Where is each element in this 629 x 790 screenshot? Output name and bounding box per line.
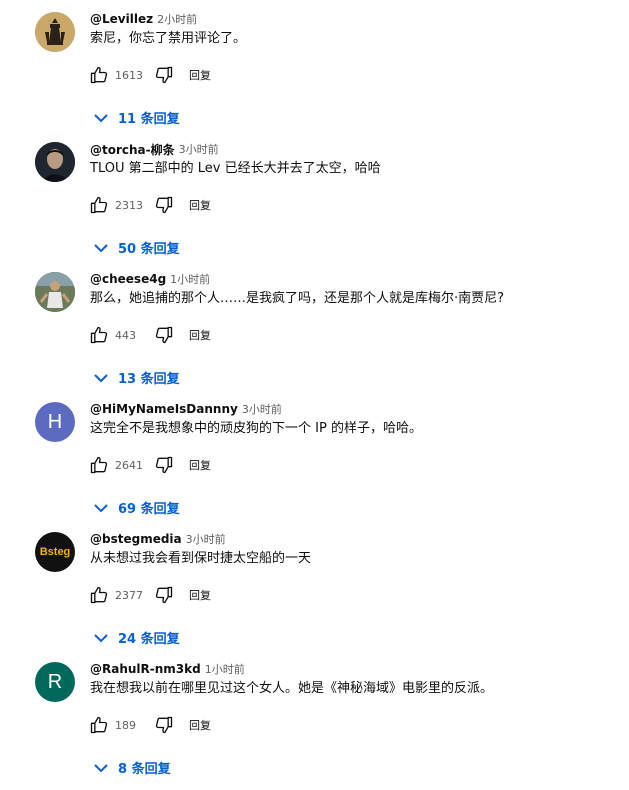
thumbs-down-icon[interactable] [153, 454, 175, 476]
view-replies-button[interactable]: 24 条回复 [94, 624, 180, 650]
view-replies-button[interactable]: 13 条回复 [94, 364, 180, 390]
comment-thread: H @HiMyNameIsDannny 3小时前 这完全不是我想象中的顽皮狗的下… [0, 400, 629, 530]
timestamp[interactable]: 3小时前 [242, 401, 282, 417]
thumbs-down-icon[interactable] [153, 584, 175, 606]
comment-actions: 2377 回复 [88, 583, 211, 607]
view-replies-button[interactable]: 69 条回复 [94, 494, 180, 520]
comment-header: @HiMyNameIsDannny 3小时前 [90, 400, 282, 418]
comment-text: 索尼，你忘了禁用评论了。 [90, 31, 247, 46]
avatar-letter: Bsteg [39, 546, 71, 558]
like-count: 2641 [115, 458, 143, 472]
avatar-letter: R [47, 670, 63, 693]
comment-header: @bstegmedia 3小时前 [90, 530, 226, 548]
avatar[interactable]: H [35, 402, 75, 442]
like-count: 2377 [115, 588, 143, 602]
comment-header: @RahulR-nm3kd 1小时前 [90, 660, 245, 678]
view-replies-button[interactable]: 50 条回复 [94, 234, 180, 260]
thumbs-down-icon[interactable] [153, 714, 175, 736]
comment-text: 那么，她追捕的那个人……是我疯了吗，还是那个人就是库梅尔·南贾尼? [90, 291, 505, 306]
comment-actions: 2641 回复 [88, 453, 211, 477]
reply-button[interactable]: 回复 [189, 67, 211, 83]
avatar-letter: H [47, 410, 63, 433]
comment-actions: 2313 回复 [88, 193, 211, 217]
thumbs-down-icon[interactable] [153, 194, 175, 216]
comment-text: TLOU 第二部中的 Lev 已经长大并去了太空，哈哈 [90, 161, 381, 176]
chevron-down-icon [94, 238, 108, 257]
chevron-down-icon [94, 368, 108, 387]
thumbs-up-icon[interactable] [88, 584, 110, 606]
thumbs-up-icon[interactable] [88, 324, 110, 346]
chevron-down-icon [94, 628, 108, 647]
author-name[interactable]: @bstegmedia [90, 532, 182, 546]
replies-count-label: 69 条回复 [118, 501, 180, 517]
comment-header: @cheese4g 1小时前 [90, 270, 210, 288]
comment-thread: @torcha-柳条 3小时前 TLOU 第二部中的 Lev 已经长大并去了太空… [0, 140, 629, 270]
replies-count-label: 24 条回复 [118, 631, 180, 647]
avatar[interactable] [35, 12, 75, 52]
thumbs-up-icon[interactable] [88, 64, 110, 86]
reply-button[interactable]: 回复 [189, 327, 211, 343]
like-count: 189 [115, 718, 136, 732]
author-name[interactable]: @Levillez [90, 12, 153, 26]
avatar[interactable] [35, 272, 75, 312]
comment-text: 这完全不是我想象中的顽皮狗的下一个 IP 的样子，哈哈。 [90, 421, 422, 436]
chevron-down-icon [94, 758, 108, 777]
comment-actions: 1613 回复 [88, 63, 211, 87]
thumbs-up-icon[interactable] [88, 454, 110, 476]
like-count: 1613 [115, 68, 143, 82]
timestamp[interactable]: 2小时前 [157, 11, 197, 27]
replies-count-label: 11 条回复 [118, 111, 180, 127]
timestamp[interactable]: 1小时前 [205, 661, 245, 677]
thumbs-up-icon[interactable] [88, 194, 110, 216]
like-count: 443 [115, 328, 136, 342]
like-count: 2313 [115, 198, 143, 212]
avatar[interactable] [35, 142, 75, 182]
thumbs-up-icon[interactable] [88, 714, 110, 736]
timestamp[interactable]: 3小时前 [179, 141, 219, 157]
comment-text: 从未想过我会看到保时捷太空船的一天 [90, 551, 312, 566]
comment-actions: 443 回复 [88, 323, 211, 347]
thumbs-down-icon[interactable] [153, 324, 175, 346]
view-replies-button[interactable]: 11 条回复 [94, 104, 180, 130]
replies-count-label: 13 条回复 [118, 371, 180, 387]
avatar[interactable]: Bsteg [35, 532, 75, 572]
reply-button[interactable]: 回复 [189, 457, 211, 473]
chevron-down-icon [94, 498, 108, 517]
replies-count-label: 8 条回复 [118, 761, 171, 777]
reply-button[interactable]: 回复 [189, 717, 211, 733]
comment-header: @Levillez 2小时前 [90, 10, 197, 28]
chevron-down-icon [94, 108, 108, 127]
thumbs-down-icon[interactable] [153, 64, 175, 86]
author-name[interactable]: @HiMyNameIsDannny [90, 402, 238, 416]
author-name[interactable]: @RahulR-nm3kd [90, 662, 201, 676]
replies-count-label: 50 条回复 [118, 241, 180, 257]
comment-thread: R @RahulR-nm3kd 1小时前 我在想我以前在哪里见过这个女人。她是《… [0, 660, 629, 790]
author-name[interactable]: @torcha-柳条 [90, 141, 175, 158]
comment-thread: @cheese4g 1小时前 那么，她追捕的那个人……是我疯了吗，还是那个人就是… [0, 270, 629, 400]
author-name[interactable]: @cheese4g [90, 272, 166, 286]
comment-thread: @Levillez 2小时前 索尼，你忘了禁用评论了。 1613 回复 11 条… [0, 10, 629, 140]
comment-text: 我在想我以前在哪里见过这个女人。她是《神秘海域》电影里的反派。 [90, 681, 494, 696]
avatar[interactable]: R [35, 662, 75, 702]
view-replies-button[interactable]: 8 条回复 [94, 754, 171, 780]
comment-actions: 189 回复 [88, 713, 211, 737]
reply-button[interactable]: 回复 [189, 587, 211, 603]
timestamp[interactable]: 1小时前 [170, 271, 210, 287]
reply-button[interactable]: 回复 [189, 197, 211, 213]
comment-thread: Bsteg @bstegmedia 3小时前 从未想过我会看到保时捷太空船的一天… [0, 530, 629, 660]
timestamp[interactable]: 3小时前 [186, 531, 226, 547]
comment-header: @torcha-柳条 3小时前 [90, 140, 219, 158]
